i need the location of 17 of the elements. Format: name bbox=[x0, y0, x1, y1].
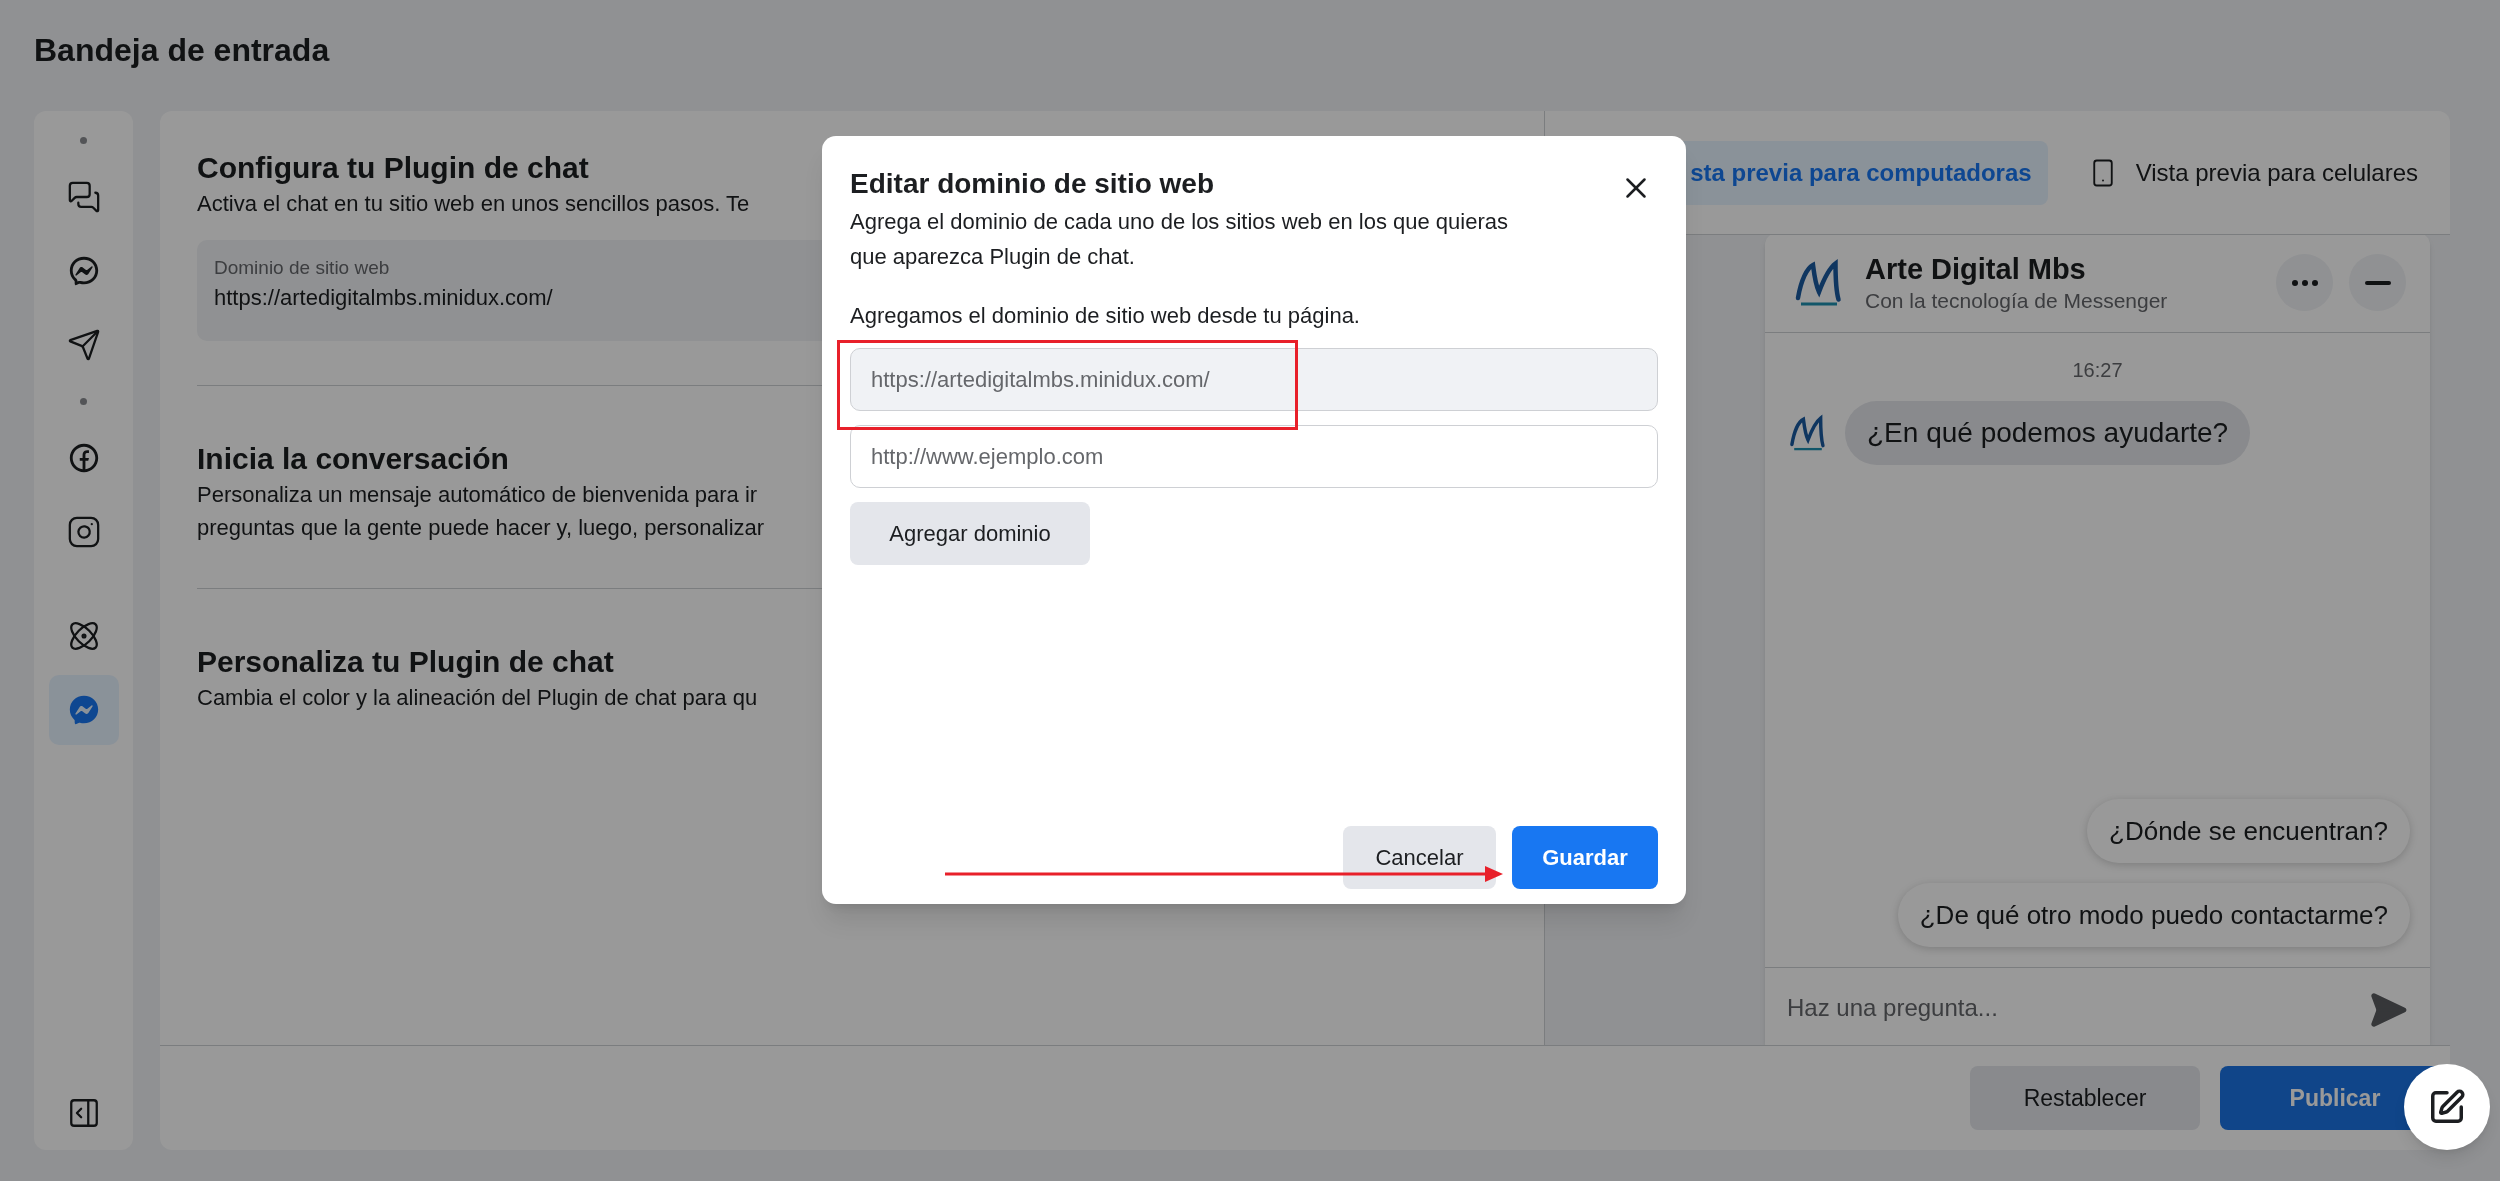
dialog-description: Agrega el dominio de cada uno de los sitios web en los que quieras que aparezca Plugin de chat. bbox=[850, 208, 1509, 271]
section-description: preguntas que la gente puede hacer y, luego, personalizar bbox=[197, 514, 765, 542]
dialog-title: Editar dominio de sitio web bbox=[850, 167, 1215, 201]
section-title: Inicia la conversación bbox=[197, 441, 509, 477]
field-label: Dominio de sitio web bbox=[214, 256, 390, 280]
message-bubble: ¿En qué podemos ayudarte? bbox=[1845, 401, 2251, 465]
section-description: Activa el chat en tu sitio web en unos sencillos pasos. Te bbox=[197, 190, 750, 218]
section-title: Configura tu Plugin de chat bbox=[197, 150, 589, 186]
chat-name: Arte Digital Mbs bbox=[1865, 251, 2086, 287]
section-title: Personaliza tu Plugin de chat bbox=[197, 644, 614, 680]
chat-subtitle: Con la tecnología de Messenger bbox=[1865, 287, 2168, 314]
page-title: Bandeja de entrada bbox=[34, 31, 331, 70]
section-description: Cambia el color y la alineación del Plugin de chat para qu bbox=[197, 684, 758, 712]
section-description: Personaliza un mensaje automático de bienvenida para ir bbox=[197, 481, 758, 509]
field-value: https://artedigitalmbs.minidux.com/ bbox=[214, 284, 553, 312]
message-time: 16:27 bbox=[2072, 358, 2123, 383]
dialog-note: Agregamos el dominio de sitio web desde tu página. bbox=[850, 302, 1360, 330]
